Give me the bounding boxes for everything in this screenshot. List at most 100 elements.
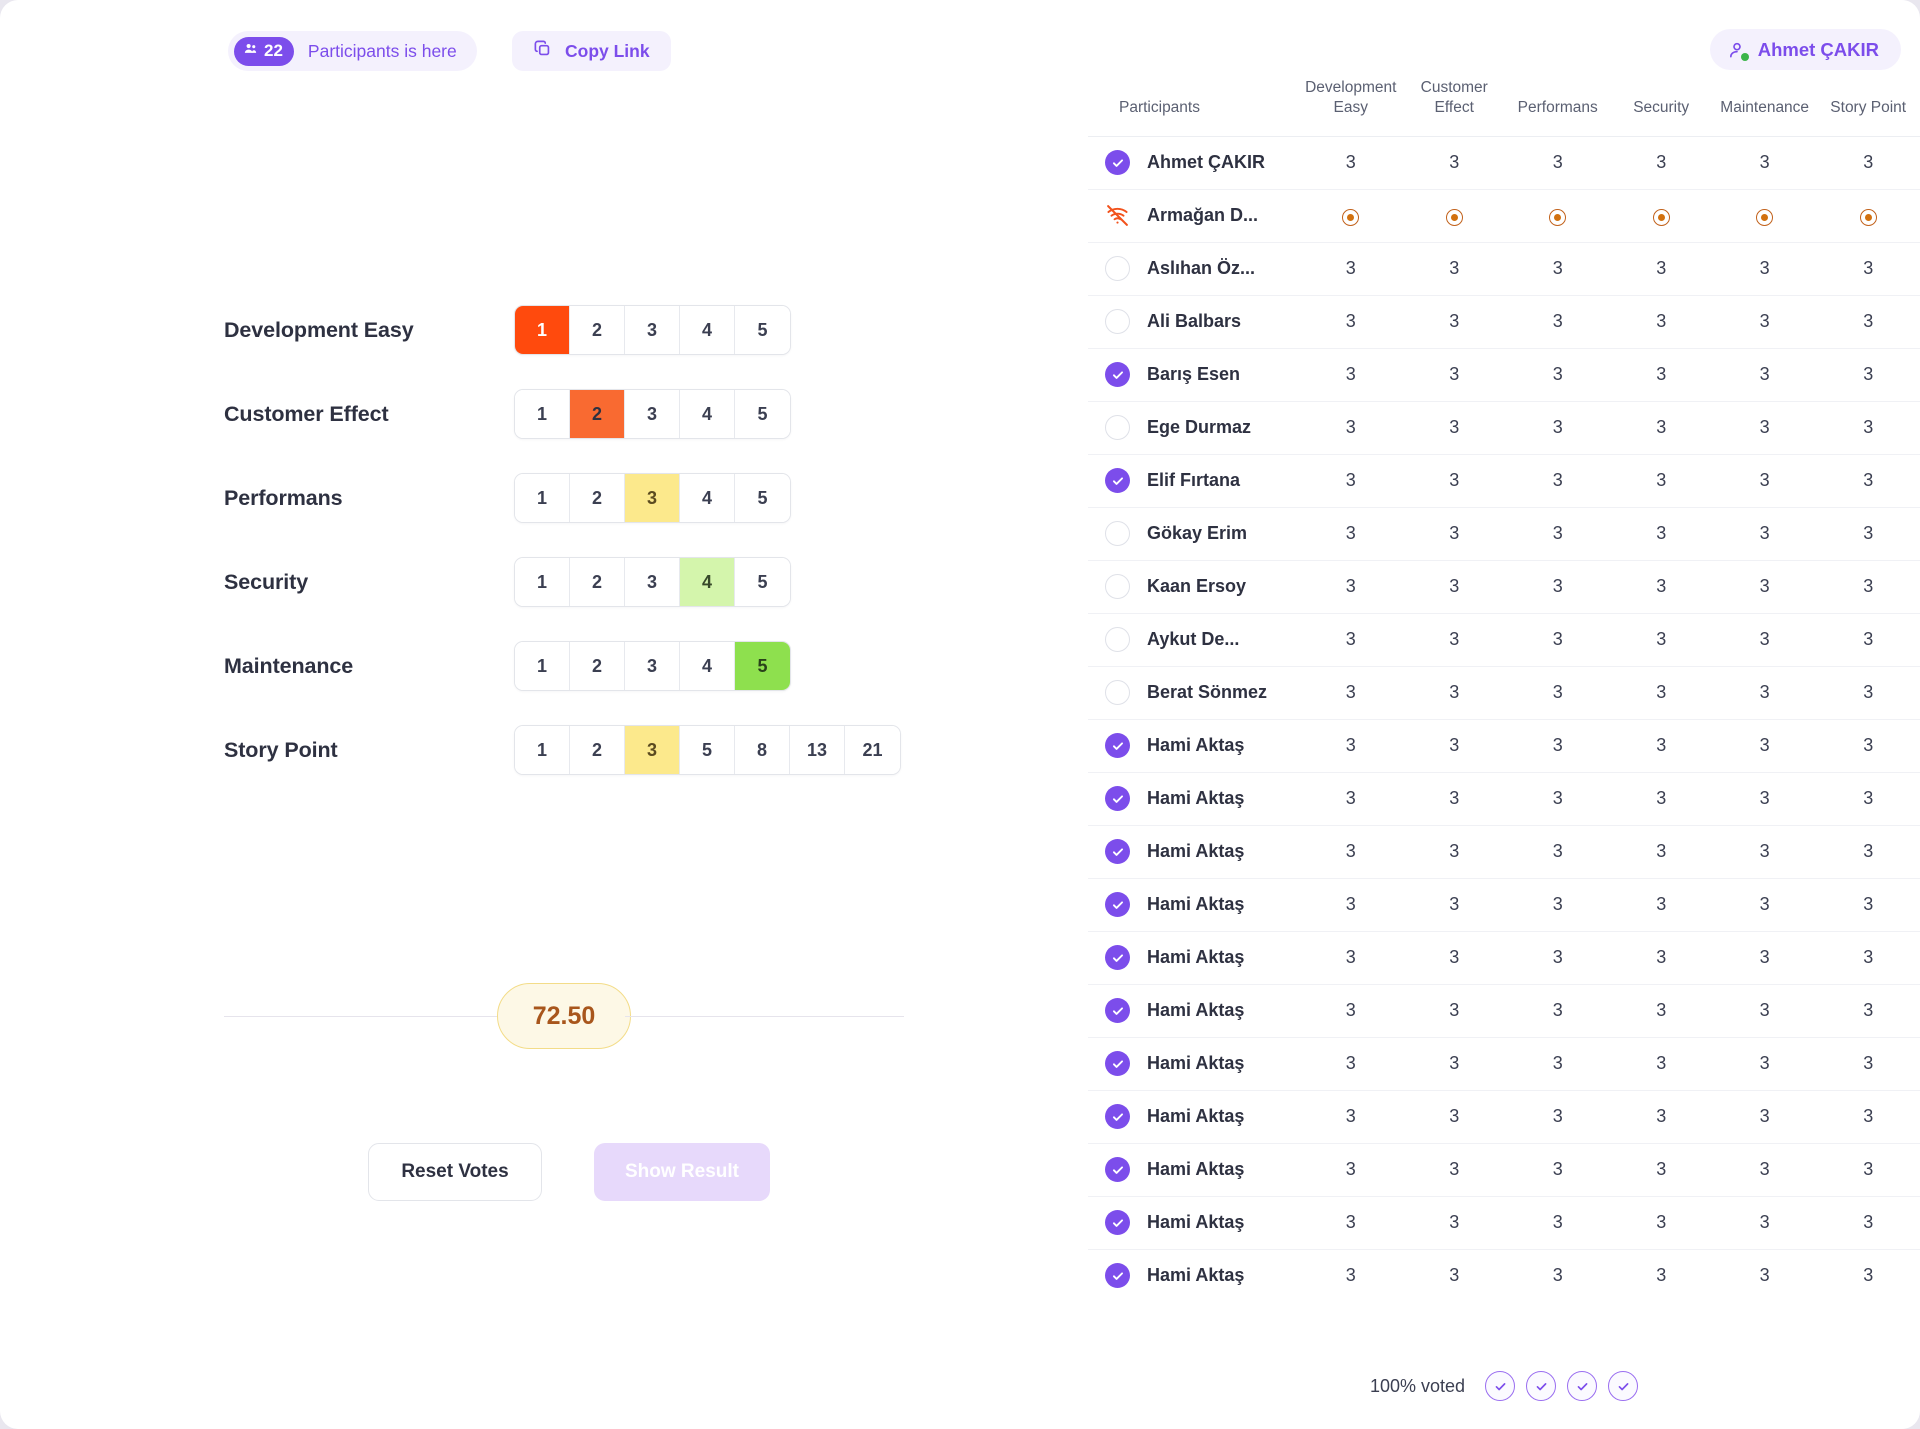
vote-value-cell: 3 [1402, 401, 1506, 455]
vote-option[interactable]: 1 [515, 390, 570, 438]
vote-pending-dot-cell [1402, 189, 1506, 243]
vote-value-cell: 3 [1402, 242, 1506, 296]
vote-value-cell: 3 [1816, 295, 1920, 349]
vote-option[interactable]: 1 [515, 558, 570, 606]
vote-option[interactable]: 4 [680, 306, 735, 354]
table-row: Aykut De... 3 3 3 3 3 3 [1088, 613, 1920, 667]
vote-option[interactable]: 3 [625, 642, 680, 690]
vote-option[interactable]: 1 [515, 726, 570, 774]
vote-value-cell: 3 [1712, 295, 1817, 349]
table-row: Hami Aktaş 3 3 3 3 3 3 [1088, 1249, 1920, 1302]
vote-value-cell: 3 [1299, 1090, 1403, 1144]
vote-option[interactable]: 5 [680, 726, 735, 774]
vote-option[interactable]: 4 [680, 390, 735, 438]
participant-name: Ali Balbars [1147, 311, 1242, 332]
vote-value-cell: 3 [1402, 1196, 1506, 1250]
participants-count-chip: 22 [234, 36, 294, 66]
copy-link-button[interactable]: Copy Link [512, 31, 671, 71]
voting-panel: Development Easy 1 2 3 4 5 Customer Effect 1 2 3 4… [0, 88, 1088, 1429]
participant-name: Hami Aktaş [1147, 1000, 1245, 1021]
participant-name: Hami Aktaş [1147, 788, 1245, 809]
show-result-button[interactable]: Show Result [594, 1143, 770, 1201]
participant-name-wrapper: Hami Aktaş [1105, 786, 1299, 812]
vote-option[interactable]: 8 [735, 726, 790, 774]
vote-option[interactable]: 3 [625, 558, 680, 606]
vote-option[interactable]: 5 [735, 306, 790, 354]
vote-option[interactable]: 1 [515, 642, 570, 690]
participant-name-cell: Elif Fırtana [1088, 454, 1299, 508]
voted-check-icon [1485, 1371, 1516, 1401]
reset-votes-button[interactable]: Reset Votes [368, 1143, 542, 1201]
participant-name: Gökay Erim [1147, 523, 1248, 544]
vote-value-cell: 3 [1299, 613, 1403, 667]
participant-name: Hami Aktaş [1147, 1265, 1245, 1286]
vote-value-cell: 3 [1712, 242, 1817, 296]
vote-option[interactable]: 3 [625, 390, 680, 438]
vote-value-cell: 3 [1609, 401, 1713, 455]
table-row: Kaan Ersoy 3 3 3 3 3 3 [1088, 560, 1920, 614]
vote-option[interactable]: 13 [790, 726, 845, 774]
column-header-story-point: Story Point [1830, 98, 1907, 116]
participant-name-cell: Ege Durmaz [1088, 401, 1299, 455]
vote-option[interactable]: 1 [515, 474, 570, 522]
vote-value-cell: 3 [1759, 1265, 1770, 1286]
participant-name-wrapper: Aykut De... [1105, 627, 1299, 653]
vote-value-cell: 3 [1863, 1265, 1874, 1286]
participant-name-cell: Ahmet ÇAKIR [1088, 136, 1299, 190]
status-pending-icon [1105, 256, 1130, 282]
current-user-badge[interactable]: Ahmet ÇAKIR [1709, 29, 1901, 70]
score-summary: 72.50 [224, 983, 904, 1049]
vote-option[interactable]: 2 [570, 726, 625, 774]
table-row: Hami Aktaş 3 3 3 3 3 3 [1088, 772, 1920, 826]
vote-option-selected[interactable]: 5 [735, 642, 790, 690]
action-buttons: Reset Votes Show Result [368, 1143, 770, 1201]
vote-row-label: Security [224, 569, 309, 594]
vote-value-cell: 3 [1449, 1265, 1460, 1286]
vote-option[interactable]: 2 [570, 306, 625, 354]
status-voted-icon [1105, 1263, 1130, 1289]
vote-value-cell: 3 [1816, 613, 1920, 667]
vote-option[interactable]: 5 [735, 390, 790, 438]
pending-dot-icon [1342, 209, 1360, 227]
vote-option[interactable]: 5 [735, 474, 790, 522]
vote-option[interactable]: 2 [570, 642, 625, 690]
participant-name-wrapper: Ahmet ÇAKIR [1105, 150, 1299, 176]
participant-name: Ege Durmaz [1147, 417, 1252, 438]
vote-option[interactable]: 2 [570, 474, 625, 522]
vote-option-selected[interactable]: 1 [515, 306, 570, 354]
vote-option[interactable]: 4 [680, 642, 735, 690]
vote-value-cell: 3 [1712, 613, 1817, 667]
voted-percent-label: 100% voted [1369, 1375, 1466, 1396]
vote-row: Maintenance 1 2 3 4 5 [224, 624, 944, 708]
vote-option-selected[interactable]: 4 [680, 558, 735, 606]
vote-option[interactable]: 2 [570, 558, 625, 606]
vote-option-selected[interactable]: 2 [570, 390, 625, 438]
vote-value-cell: 3 [1299, 136, 1403, 190]
vote-value-cell: 3 [1505, 1037, 1610, 1091]
vote-value-cell: 3 [1299, 825, 1403, 879]
vote-value-cell: 3 [1299, 1143, 1403, 1197]
participant-name-cell: Hami Aktaş [1088, 984, 1299, 1038]
results-table-panel: Participants Development Easy Customer E… [1088, 78, 1920, 1429]
vote-option-selected[interactable]: 3 [625, 474, 680, 522]
participant-name-wrapper: Hami Aktaş [1105, 839, 1299, 865]
vote-value-cell: 3 [1505, 295, 1610, 349]
participant-name-cell: Gökay Erim [1088, 507, 1299, 561]
status-voted-icon [1105, 733, 1130, 759]
vote-value-cell: 3 [1609, 613, 1713, 667]
vote-option-selected[interactable]: 3 [625, 726, 680, 774]
vote-value-cell: 3 [1816, 560, 1920, 614]
vote-option[interactable]: 4 [680, 474, 735, 522]
participant-name-wrapper: Ali Balbars [1105, 309, 1299, 335]
vote-value-cell: 3 [1609, 1196, 1713, 1250]
vote-option[interactable]: 5 [735, 558, 790, 606]
vote-value-cell: 3 [1402, 1037, 1506, 1091]
vote-option[interactable]: 21 [845, 726, 900, 774]
vote-value-cell: 3 [1402, 295, 1506, 349]
vote-row-label: Performans [224, 485, 343, 510]
vote-pending-dot-cell [1609, 189, 1713, 243]
participant-name-wrapper: Hami Aktaş [1105, 1263, 1299, 1289]
table-row: Ahmet ÇAKIR 3 3 3 3 3 3 [1088, 136, 1920, 190]
vote-option[interactable]: 3 [625, 306, 680, 354]
score-value: 72.50 [497, 983, 631, 1049]
